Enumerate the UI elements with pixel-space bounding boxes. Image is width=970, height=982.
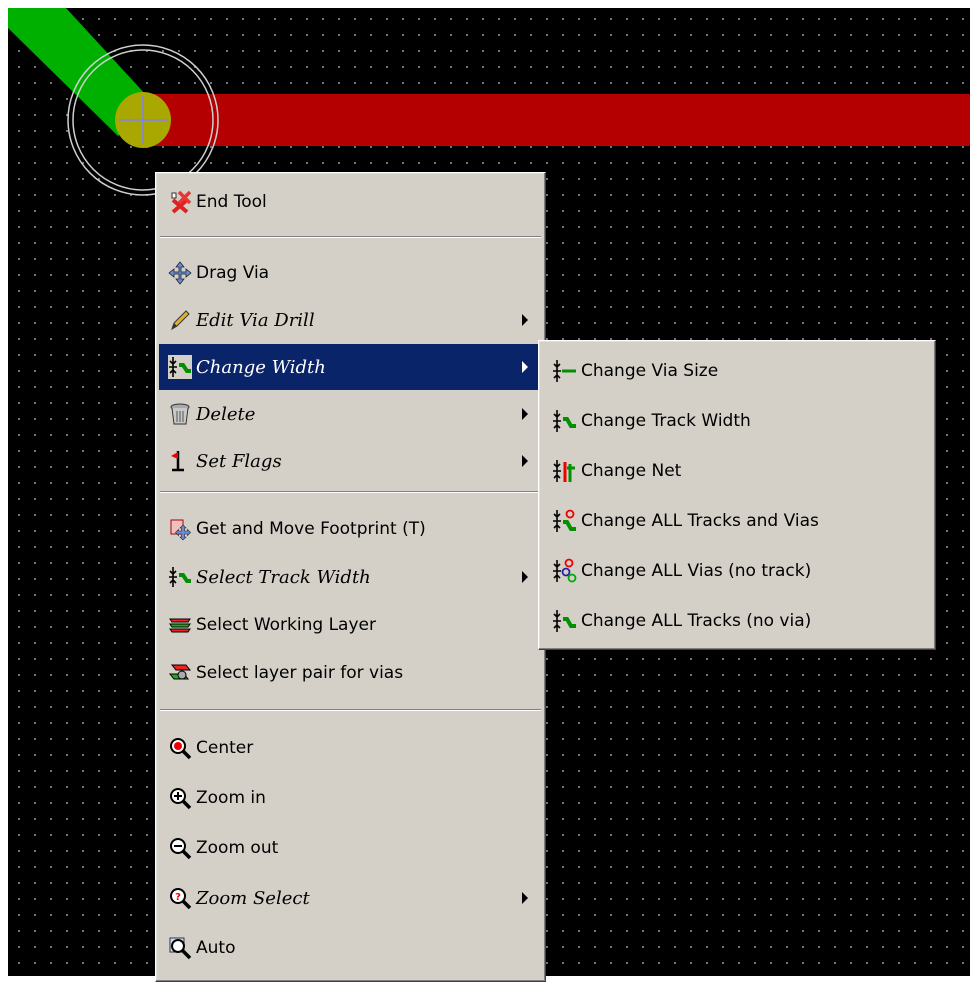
menu-item-zoom-select[interactable]: ? Zoom Select [159,875,542,921]
zoom-out-icon [168,836,192,860]
red-flag-icon [168,449,192,473]
menu-item-label: Edit Via Drill [196,309,315,331]
track-width-icon [551,408,577,434]
submenu-item-label: Change ALL Tracks and Vias [581,511,819,531]
menu-item-edit-via-drill[interactable]: Edit Via Drill [159,297,542,343]
move-arrows-icon [168,261,192,285]
menu-item-label: Select layer pair for vias [196,663,404,683]
submenu-item-change-net[interactable]: Change Net [542,446,932,496]
menu-item-delete[interactable]: Delete [159,391,542,437]
menu-item-label: Zoom Select [196,887,310,909]
menu-item-get-move-footprint[interactable]: Get and Move Footprint (T) [159,506,542,552]
submenu-item-change-track-width[interactable]: Change Track Width [542,396,932,446]
via-size-icon [551,358,577,384]
menu-item-label: Select Track Width [196,566,371,588]
menu-item-label: Change Width [196,356,326,378]
menu-item-label: End Tool [196,192,267,212]
menu-item-label: Zoom out [196,838,279,858]
menu-item-center[interactable]: Center [159,725,542,771]
menu-item-label: Drag Via [196,263,270,283]
all-tracks-icon [551,608,577,634]
context-menu: End Tool Drag Via Edit Via Drill Change … [155,172,546,982]
track-width-icon [168,355,192,379]
menu-separator [160,709,541,711]
footprint-move-icon [168,517,192,541]
menu-item-select-track-width[interactable]: Select Track Width [159,554,542,600]
submenu-item-label: Change ALL Tracks (no via) [581,611,812,631]
all-tracks-vias-icon [551,508,577,534]
layers-icon [168,613,192,637]
menu-item-label: Get and Move Footprint (T) [196,519,426,539]
submenu-item-change-all-tracks[interactable]: Change ALL Tracks (no via) [542,596,932,646]
red-track [142,94,970,146]
menu-item-select-working-layer[interactable]: Select Working Layer [159,602,542,648]
menu-item-zoom-in[interactable]: Zoom in [159,775,542,821]
zoom-in-icon [168,786,192,810]
menu-item-label: Delete [196,403,256,425]
menu-item-label: Zoom in [196,788,266,808]
menu-item-zoom-out[interactable]: Zoom out [159,825,542,871]
menu-item-set-flags[interactable]: Set Flags [159,438,542,484]
layer-pair-icon [168,661,192,685]
submenu-item-label: Change Net [581,461,682,481]
change-net-icon [551,458,577,484]
menu-item-label: Auto [196,938,236,958]
submenu-arrow-icon [522,571,528,583]
zoom-auto-icon [168,936,192,960]
change-width-submenu: Change Via Size Change Track Width Chang… [538,340,936,650]
menu-item-label: Center [196,738,254,758]
menu-item-drag-via[interactable]: Drag Via [159,250,542,296]
menu-item-end-tool[interactable]: End Tool [159,179,542,225]
submenu-item-change-all-tracks-vias[interactable]: Change ALL Tracks and Vias [542,496,932,546]
zoom-select-icon: ? [168,886,192,910]
menu-separator [160,491,541,493]
submenu-item-label: Change ALL Vias (no track) [581,561,812,581]
menu-item-label: Select Working Layer [196,615,376,635]
menu-item-select-layer-pair[interactable]: Select layer pair for vias [159,650,542,696]
menu-item-change-width[interactable]: Change Width [159,344,542,390]
track-width-icon [168,565,192,589]
submenu-item-change-all-vias[interactable]: Change ALL Vias (no track) [542,546,932,596]
trash-can-icon [168,402,192,426]
pencil-icon [168,308,192,332]
zoom-center-icon [168,736,192,760]
submenu-arrow-icon [522,361,528,373]
submenu-arrow-icon [522,455,528,467]
submenu-item-change-via-size[interactable]: Change Via Size [542,346,932,396]
menu-item-auto[interactable]: Auto [159,925,542,971]
submenu-arrow-icon [522,314,528,326]
menu-separator [160,236,541,238]
submenu-item-label: Change Track Width [581,411,751,431]
menu-item-label: Set Flags [196,450,282,472]
all-vias-icon [551,558,577,584]
submenu-item-label: Change Via Size [581,361,719,381]
svg-text:?: ? [175,892,181,903]
submenu-arrow-icon [522,408,528,420]
end-tool-icon [168,190,192,214]
submenu-arrow-icon [522,892,528,904]
